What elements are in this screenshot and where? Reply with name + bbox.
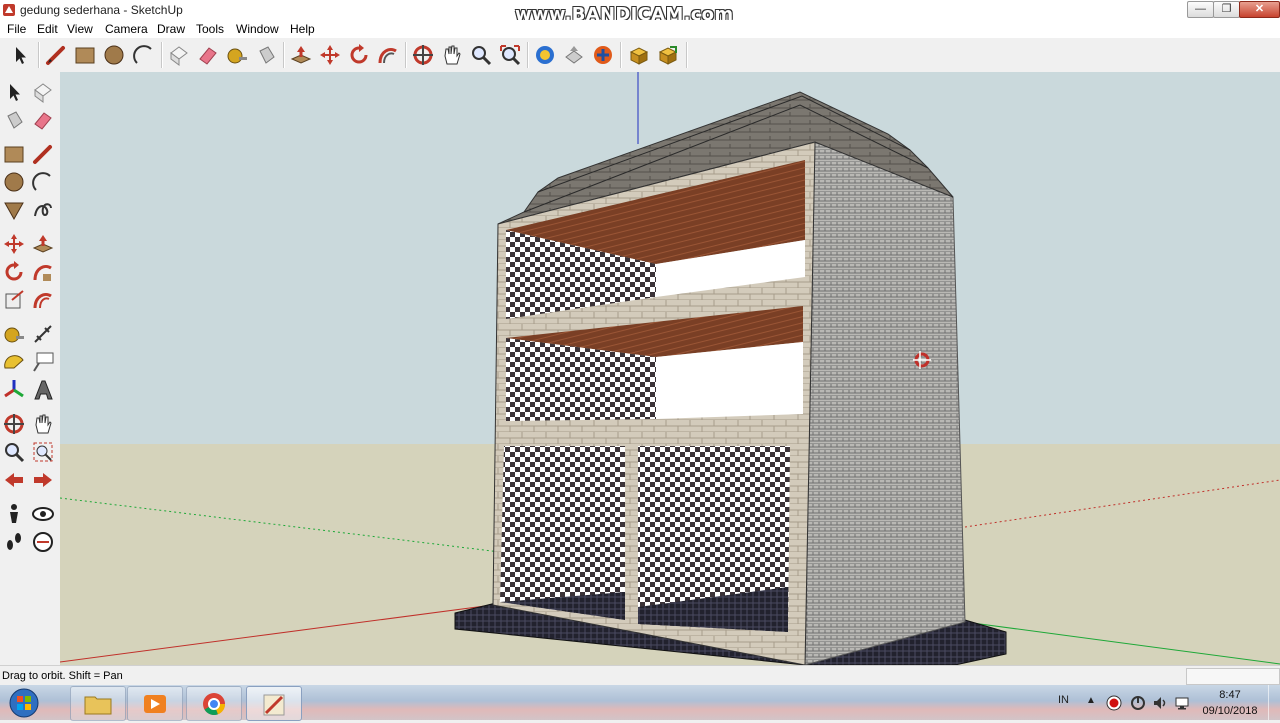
offset-icon[interactable] [31, 288, 55, 312]
move-icon[interactable] [318, 43, 342, 67]
clock-date[interactable]: 09/10/2018 [1200, 705, 1260, 717]
orbit-icon[interactable] [2, 412, 26, 436]
3d-warehouse-icon[interactable] [656, 43, 680, 67]
zoom-icon[interactable] [2, 440, 26, 464]
menu-help[interactable]: Help [290, 22, 315, 36]
rectangle-icon[interactable] [73, 43, 97, 67]
chrome-icon [203, 693, 226, 716]
sketchup-app-icon [3, 4, 15, 16]
pan-icon[interactable] [31, 412, 55, 436]
rectangle-icon[interactable] [2, 142, 26, 166]
zoom-window-icon[interactable] [31, 440, 55, 464]
eraser-icon[interactable] [196, 43, 220, 67]
push-pull-icon[interactable] [289, 43, 313, 67]
menu-draw[interactable]: Draw [157, 22, 185, 36]
line-icon[interactable] [44, 43, 68, 67]
make-component-icon[interactable] [167, 43, 191, 67]
menu-file[interactable]: File [7, 22, 26, 36]
text-icon[interactable] [31, 350, 55, 374]
paint-bucket-icon[interactable] [254, 43, 278, 67]
window-title: gedung sederhana - SketchUp [20, 3, 183, 17]
follow-me-icon[interactable] [376, 43, 400, 67]
menu-camera[interactable]: Camera [105, 22, 148, 36]
main-toolbar [0, 38, 1280, 73]
share-model-icon[interactable] [562, 43, 586, 67]
position-camera-icon[interactable] [2, 502, 26, 526]
look-around-icon[interactable] [31, 502, 55, 526]
rotate-icon[interactable] [2, 260, 26, 284]
menu-edit[interactable]: Edit [37, 22, 58, 36]
orbit-icon[interactable] [411, 43, 435, 67]
next-view-icon[interactable] [31, 468, 55, 492]
tape-measure-icon[interactable] [2, 322, 26, 346]
tray-expand-button[interactable]: ▲ [1086, 695, 1096, 706]
network-icon[interactable] [1174, 695, 1190, 711]
scale-icon[interactable] [2, 288, 26, 312]
walk-icon[interactable] [2, 530, 26, 554]
add-location-icon[interactable] [591, 43, 615, 67]
line-icon[interactable] [31, 142, 55, 166]
windows-taskbar: IN ▲ 8:47 09/10/2018 [0, 685, 1280, 721]
taskbar-explorer[interactable] [70, 686, 126, 721]
title-bar: gedung sederhana - SketchUp www.BANDICAM… [0, 0, 1280, 25]
start-button[interactable] [4, 687, 44, 719]
minimize-button[interactable]: — [1187, 1, 1214, 18]
measurements-box[interactable] [1186, 668, 1280, 685]
status-hint: Drag to orbit. Shift = Pan [2, 670, 123, 682]
taskbar-chrome[interactable] [186, 686, 242, 721]
get-models-icon[interactable] [533, 43, 557, 67]
explorer-icon [84, 696, 112, 715]
media-player-icon [144, 695, 166, 713]
rotate-icon[interactable] [347, 43, 371, 67]
arc-icon[interactable] [31, 170, 55, 194]
push-pull-icon[interactable] [31, 232, 55, 256]
pan-icon[interactable] [440, 43, 464, 67]
select-icon[interactable] [2, 80, 26, 104]
arc-icon[interactable] [132, 43, 156, 67]
record-icon[interactable] [1106, 695, 1122, 711]
freehand-icon[interactable] [31, 198, 55, 222]
select-icon[interactable] [8, 43, 32, 67]
dimension-icon[interactable] [31, 322, 55, 346]
zoom-icon[interactable] [469, 43, 493, 67]
taskbar-sketchup[interactable] [246, 686, 302, 721]
taskbar-media-player[interactable] [127, 686, 183, 721]
axes-icon[interactable] [2, 378, 26, 402]
volume-icon[interactable] [1152, 695, 1168, 711]
protractor-icon[interactable] [2, 350, 26, 374]
model-scene [60, 72, 1280, 665]
menu-view[interactable]: View [67, 22, 93, 36]
menu-tools[interactable]: Tools [196, 22, 224, 36]
tape-measure-icon[interactable] [225, 43, 249, 67]
make-component-icon[interactable] [31, 80, 55, 104]
move-icon[interactable] [2, 232, 26, 256]
paint-bucket-icon[interactable] [2, 108, 26, 132]
tray-language[interactable]: IN [1058, 694, 1069, 706]
menu-bar: File Edit View Camera Draw Tools Window … [0, 20, 1280, 38]
close-button[interactable]: ✕ [1239, 1, 1280, 18]
menu-window[interactable]: Window [236, 22, 279, 36]
previous-view-icon[interactable] [2, 468, 26, 492]
zoom-extents-icon[interactable] [498, 43, 522, 67]
tray-app-icon[interactable] [1130, 695, 1146, 711]
eraser-icon[interactable] [31, 108, 55, 132]
circle-icon[interactable] [102, 43, 126, 67]
section-plane-icon[interactable] [31, 530, 55, 554]
3d-text-icon[interactable] [31, 378, 55, 402]
follow-me-icon[interactable] [31, 260, 55, 284]
model-viewport[interactable] [60, 72, 1280, 665]
circle-icon[interactable] [2, 170, 26, 194]
maximize-button[interactable]: ❐ [1213, 1, 1240, 18]
clock-time[interactable]: 8:47 [1200, 689, 1260, 701]
polygon-icon[interactable] [2, 198, 26, 222]
status-bar: Drag to orbit. Shift = Pan [0, 665, 1280, 686]
components-icon[interactable] [627, 43, 651, 67]
show-desktop-button[interactable] [1268, 685, 1280, 720]
large-tool-set [0, 72, 61, 665]
sketchup-icon [263, 694, 285, 716]
